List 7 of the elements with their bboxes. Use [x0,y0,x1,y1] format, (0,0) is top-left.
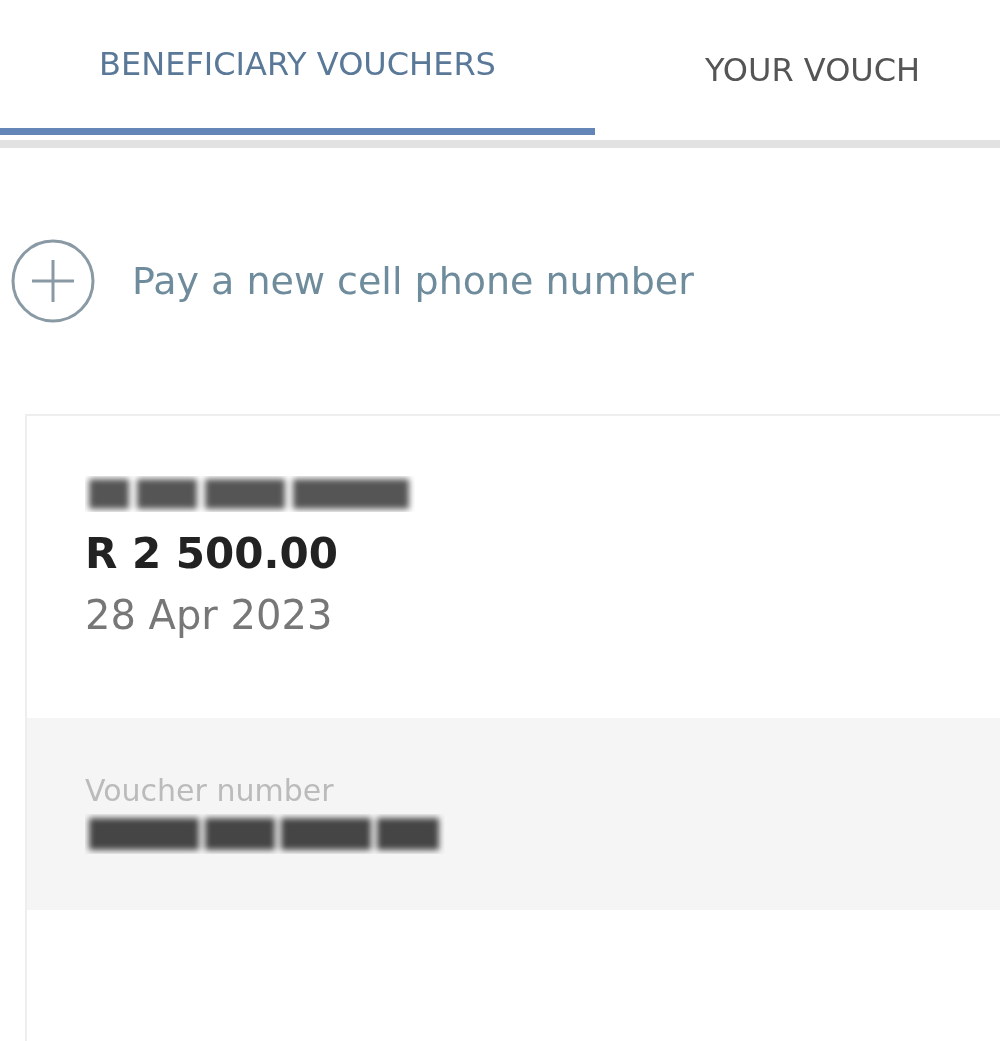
voucher-number-label: Voucher number [85,773,335,808]
voucher-amount: R 2 500.00 [85,529,339,578]
tab[interactable]: YOUR VOUCH [595,0,955,140]
add-link[interactable]: Pay a new cell phone number [132,259,694,303]
add-circle-icon[interactable] [10,238,96,324]
tab[interactable]: BENEFICIARY VOUCHERS [0,0,595,135]
voucher-date: 28 Apr 2023 [85,592,334,638]
